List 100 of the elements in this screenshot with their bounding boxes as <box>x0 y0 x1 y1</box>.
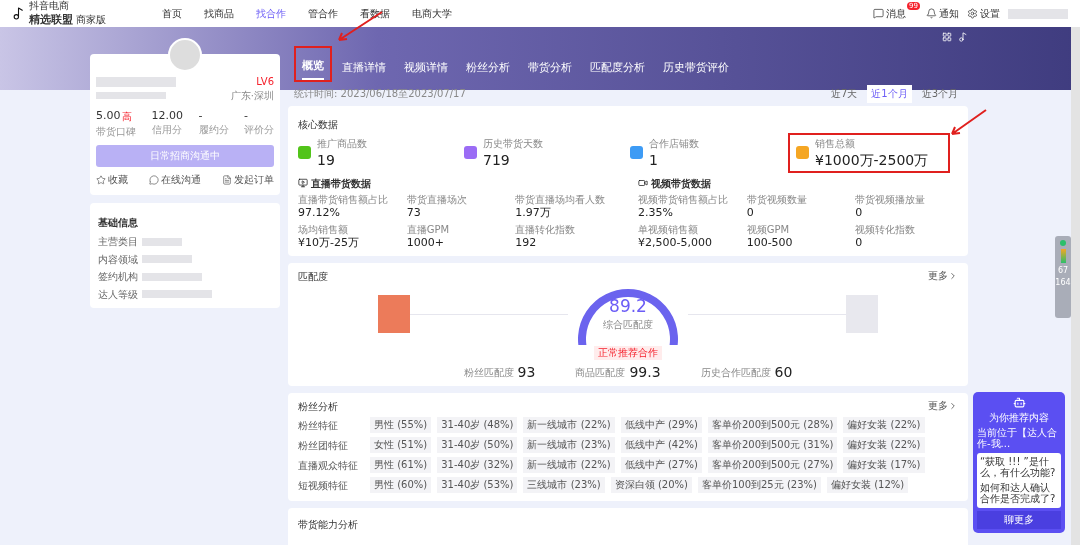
match-label: 商品匹配度 <box>575 366 626 379</box>
section-title: 带货能力分析 <box>298 519 358 531</box>
bell-icon <box>926 8 937 19</box>
profile-action[interactable]: 发起订单 <box>222 173 274 187</box>
feature-tag: 低线中产 (29%) <box>620 417 702 434</box>
feature-tag: 资深白领 (20%) <box>610 477 692 494</box>
info-label: 签约机构 <box>98 271 138 283</box>
match-value: 60 <box>774 364 793 381</box>
data-label: 带货视频播放量 <box>855 194 927 206</box>
handle-placeholder <box>96 92 166 100</box>
metric-value: 19 <box>317 151 336 168</box>
tab[interactable]: 历史带货评价 <box>663 56 729 82</box>
data-value: 100-500 <box>746 236 794 250</box>
logo-subtitle: 抖音电商 <box>29 0 70 12</box>
section-title: 核心数据 <box>298 119 338 130</box>
info-label: 主营类目 <box>98 236 138 248</box>
feature-tag: 偏好女装 (17%) <box>843 457 925 474</box>
feature-tag: 低线中产 (42%) <box>620 437 702 454</box>
account-placeholder <box>1008 8 1068 19</box>
tab[interactable]: 匹配度分析 <box>590 56 645 82</box>
match-label: 粉丝匹配度 <box>463 366 514 379</box>
robot-icon <box>1012 396 1026 409</box>
nav-link[interactable]: 找合作 <box>256 6 286 21</box>
feature-tag: 新一线城市 (22%) <box>523 457 615 474</box>
metric-label: 合作店铺数 <box>649 138 699 150</box>
data-value: ¥10万-25万 <box>298 236 360 250</box>
range-tab[interactable]: 近3个月 <box>917 85 962 103</box>
feature-tag: 女性 (51%) <box>370 437 432 454</box>
data-label: 带货视频数量 <box>746 194 808 206</box>
header-action[interactable]: 通知 <box>926 6 959 21</box>
data-value: 0 <box>855 206 864 220</box>
suggested-question[interactable]: 如何和达人确认合作是否完成了? <box>980 481 1058 505</box>
logo-icon <box>958 32 968 42</box>
feature-tag: 客单价200到500元 (28%) <box>707 417 838 434</box>
nav-link[interactable]: 电商大学 <box>412 6 452 21</box>
feature-label: 直播观众特征 <box>298 459 359 472</box>
feature-label: 粉丝特征 <box>298 419 339 432</box>
metric-label: 销售总额 <box>815 138 856 150</box>
stat-label: 评价分 <box>244 124 274 136</box>
info-label: 内容领域 <box>98 253 138 265</box>
data-label: 场均销售额 <box>298 224 349 236</box>
metric-value: 1 <box>649 151 659 168</box>
group-title: 视频带货数据 <box>651 177 711 190</box>
data-label: 视频转化指数 <box>855 224 917 236</box>
data-value: 0 <box>855 236 864 250</box>
metric-value: ¥1000万-2500万 <box>815 151 929 168</box>
score-label: 综合匹配度 <box>603 318 653 331</box>
range-tab[interactable]: 近1个月 <box>867 85 912 103</box>
stat-unit: 高 <box>121 109 132 124</box>
tab[interactable]: 概览 <box>302 54 324 80</box>
profile-action[interactable]: 在线沟通 <box>149 173 201 187</box>
value-placeholder <box>142 237 182 246</box>
suggested-question[interactable]: “获取 !!! ”是什么，有什么功能? <box>980 455 1058 479</box>
period-text: 统计时间: 2023/06/18至2023/07/17 <box>294 88 466 100</box>
metric-label: 历史带货天数 <box>483 138 543 150</box>
logo-text: 精选联盟 <box>29 13 73 27</box>
header-action[interactable]: 设置 <box>967 6 1000 21</box>
level-tag: LV6 <box>256 76 274 87</box>
location-text: 广东·深圳 <box>230 90 274 102</box>
data-label: 带货直播场次 <box>406 194 468 206</box>
section-title: 粉丝分析 <box>298 400 338 413</box>
stat-label: 履约分 <box>198 124 229 136</box>
tab[interactable]: 直播详情 <box>342 56 386 82</box>
info-label: 达人等级 <box>98 288 138 300</box>
tab[interactable]: 视频详情 <box>404 56 448 82</box>
feature-tag: 男性 (55%) <box>370 417 432 434</box>
nav-link[interactable]: 管合作 <box>308 6 338 21</box>
header-action[interactable]: 消息 <box>873 6 907 21</box>
feature-tag: 31-40岁 (32%) <box>437 457 518 474</box>
assistant-subtitle: 当前位于【达人合作-我... <box>977 426 1058 450</box>
more-link[interactable]: 更多 <box>928 269 958 284</box>
data-label: 带货直播场均看人数 <box>515 194 607 206</box>
message-icon <box>873 8 885 19</box>
logo-icon <box>12 7 25 20</box>
more-link[interactable]: 更多 <box>928 399 958 414</box>
data-value: 1000+ <box>406 236 445 250</box>
data-label: 视频GPM <box>746 224 791 236</box>
arrow-drawing <box>948 108 988 138</box>
tab[interactable]: 粉丝分析 <box>466 56 510 82</box>
score-value: 89.2 <box>609 297 647 317</box>
nav-link[interactable]: 首页 <box>162 6 182 21</box>
chat-more-button[interactable]: 聊更多 <box>977 510 1061 529</box>
metric-label: 推广商品数 <box>317 138 367 150</box>
data-value: 1.97万 <box>515 206 552 220</box>
feature-tag: 客单价200到500元 (27%) <box>707 457 838 474</box>
status-dot <box>1060 240 1066 246</box>
data-label: 单视频销售额 <box>638 224 699 236</box>
monitor-icon <box>298 178 308 189</box>
value-placeholder <box>142 255 192 264</box>
nav-link[interactable]: 找商品 <box>204 6 234 21</box>
feature-tag: 偏好女装 (22%) <box>843 437 925 454</box>
widget-value: 67 <box>1057 266 1069 276</box>
stat-value: - <box>244 109 248 123</box>
range-tab[interactable]: 近7天 <box>826 85 862 103</box>
profile-action[interactable]: 收藏 <box>96 173 128 187</box>
data-value: 73 <box>406 206 422 220</box>
tab[interactable]: 带货分析 <box>528 56 572 82</box>
section-title: 基础信息 <box>98 217 138 228</box>
feature-tag: 客单价200到500元 (31%) <box>707 437 838 454</box>
feature-label: 短视频特征 <box>298 479 349 492</box>
